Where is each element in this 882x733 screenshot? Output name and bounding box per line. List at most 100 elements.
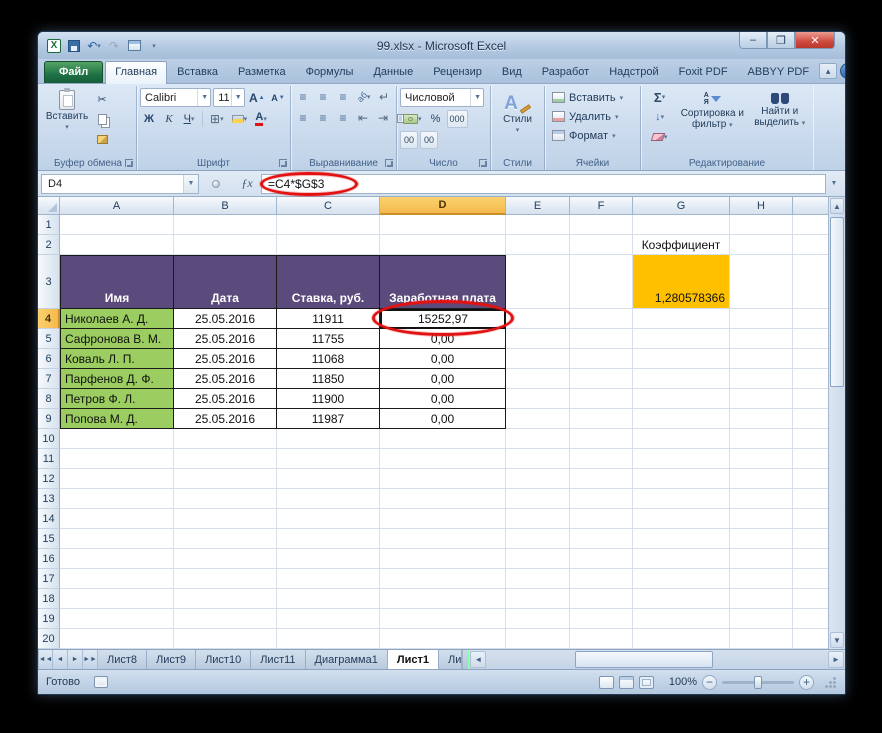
cell-C5[interactable]: 11755 — [277, 329, 380, 349]
cell-A4[interactable]: Николаев А. Д. — [60, 309, 174, 329]
sheet-nav-last-button[interactable]: ►► — [83, 650, 98, 669]
align-middle-button[interactable]: ≡ — [314, 88, 332, 106]
customize-quick-access-button[interactable]: ▾ — [145, 37, 163, 55]
font-family-select[interactable]: Calibri▼ — [140, 88, 211, 107]
cell-E10[interactable] — [506, 429, 570, 449]
cell-G16[interactable] — [633, 549, 730, 569]
cell-D2[interactable] — [380, 235, 506, 255]
ribbon-tab-razmetka[interactable]: Разметка — [228, 61, 296, 83]
undo-button[interactable]: ↶▾ — [85, 37, 103, 55]
number-format-select[interactable]: Числовой▼ — [400, 88, 484, 107]
cell-G9[interactable] — [633, 409, 730, 429]
cell-B17[interactable] — [174, 569, 277, 589]
row-header-10[interactable]: 10 — [38, 429, 60, 449]
cell-B8[interactable]: 25.05.2016 — [174, 389, 277, 409]
cell-F16[interactable] — [570, 549, 633, 569]
percent-style-button[interactable]: % — [427, 110, 445, 128]
zoom-slider-thumb[interactable] — [754, 676, 762, 689]
fill-color-button[interactable]: ▾ — [229, 110, 251, 128]
cell-C2[interactable] — [277, 235, 380, 255]
orientation-button[interactable]: аб▾ — [354, 88, 373, 106]
cell-G17[interactable] — [633, 569, 730, 589]
row-header-16[interactable]: 16 — [38, 549, 60, 569]
cell-A17[interactable] — [60, 569, 174, 589]
cell-H19[interactable] — [730, 609, 793, 629]
cell-C11[interactable] — [277, 449, 380, 469]
cell-G19[interactable] — [633, 609, 730, 629]
view-page-layout-button[interactable] — [619, 676, 634, 689]
row-header-11[interactable]: 11 — [38, 449, 60, 469]
cell-A9[interactable]: Попова М. Д. — [60, 409, 174, 429]
row-header-15[interactable]: 15 — [38, 529, 60, 549]
cell-H3[interactable] — [730, 255, 793, 309]
cell-C8[interactable]: 11900 — [277, 389, 380, 409]
number-dialog-launcher[interactable] — [479, 159, 487, 167]
cell-F14[interactable] — [570, 509, 633, 529]
align-left-button[interactable]: ≡ — [294, 109, 312, 127]
cell-C14[interactable] — [277, 509, 380, 529]
paste-button[interactable]: Вставить ▾ — [43, 88, 91, 133]
cell-D18[interactable] — [380, 589, 506, 609]
cell-H16[interactable] — [730, 549, 793, 569]
cell-G3[interactable]: 1,280578366 — [633, 255, 730, 309]
cell-C15[interactable] — [277, 529, 380, 549]
format-cells-button[interactable]: Формат▾ — [548, 126, 637, 145]
shrink-font-button[interactable]: А▼ — [269, 89, 287, 107]
cell-E11[interactable] — [506, 449, 570, 469]
sheet-tab-Лист11[interactable]: Лист11 — [251, 650, 305, 669]
horizontal-scroll-thumb[interactable] — [575, 651, 713, 668]
cell-F18[interactable] — [570, 589, 633, 609]
cell-A13[interactable] — [60, 489, 174, 509]
ribbon-tab-razrabot[interactable]: Разработ — [532, 61, 599, 83]
cell-E5[interactable] — [506, 329, 570, 349]
sheet-tab-Лист1[interactable]: Лист1 — [388, 650, 439, 669]
scroll-up-button[interactable]: ▲ — [830, 198, 844, 214]
cell-B4[interactable]: 25.05.2016 — [174, 309, 277, 329]
font-color-button[interactable]: А▾ — [252, 110, 270, 128]
cell-H10[interactable] — [730, 429, 793, 449]
cell-B18[interactable] — [174, 589, 277, 609]
column-header-E[interactable]: E — [506, 197, 570, 215]
cell-B9[interactable]: 25.05.2016 — [174, 409, 277, 429]
insert-function-button[interactable]: ƒx — [233, 176, 261, 191]
cell-E16[interactable] — [506, 549, 570, 569]
cell-G5[interactable] — [633, 329, 730, 349]
row-header-2[interactable]: 2 — [38, 235, 60, 255]
cell-E17[interactable] — [506, 569, 570, 589]
wrap-text-button[interactable]: ↵ — [375, 88, 393, 106]
cell-F3[interactable] — [570, 255, 633, 309]
ribbon-tab-glavnaya[interactable]: Главная — [105, 61, 167, 84]
cell-E15[interactable] — [506, 529, 570, 549]
cell-A2[interactable] — [60, 235, 174, 255]
cell-D13[interactable] — [380, 489, 506, 509]
cell-C13[interactable] — [277, 489, 380, 509]
zoom-level[interactable]: 100% — [665, 676, 697, 688]
cell-H13[interactable] — [730, 489, 793, 509]
align-top-button[interactable]: ≡ — [294, 88, 312, 106]
cell-H14[interactable] — [730, 509, 793, 529]
cell-C17[interactable] — [277, 569, 380, 589]
underline-button[interactable]: Ч▾ — [180, 110, 198, 128]
sheet-tab-Лист10[interactable]: Лист10 — [196, 650, 251, 669]
alignment-dialog-launcher[interactable] — [385, 159, 393, 167]
sheet-nav-next-button[interactable]: ► — [68, 650, 83, 669]
scroll-down-button[interactable]: ▼ — [830, 632, 844, 648]
cell-C1[interactable] — [277, 215, 380, 235]
cell-E12[interactable] — [506, 469, 570, 489]
cell-B7[interactable]: 25.05.2016 — [174, 369, 277, 389]
ribbon-tab-file[interactable]: Файл — [44, 61, 103, 83]
cell-F10[interactable] — [570, 429, 633, 449]
cell-C4[interactable]: 11911 — [277, 309, 380, 329]
cell-H15[interactable] — [730, 529, 793, 549]
resize-grip[interactable] — [823, 675, 837, 689]
cell-A7[interactable]: Парфенов Д. Ф. — [60, 369, 174, 389]
cell-A12[interactable] — [60, 469, 174, 489]
row-header-14[interactable]: 14 — [38, 509, 60, 529]
cell-G15[interactable] — [633, 529, 730, 549]
cell-G18[interactable] — [633, 589, 730, 609]
column-header-C[interactable]: C — [277, 197, 380, 215]
cell-D20[interactable] — [380, 629, 506, 649]
ribbon-tab-foxit-pdf[interactable]: Foxit PDF — [669, 61, 738, 83]
cell-H12[interactable] — [730, 469, 793, 489]
cell-F6[interactable] — [570, 349, 633, 369]
